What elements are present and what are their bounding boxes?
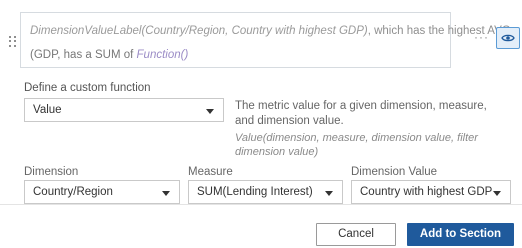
chevron-down-icon — [493, 191, 501, 196]
function-token[interactable]: Function() — [137, 49, 189, 61]
function-signature: Value(dimension, measure, dimension valu… — [235, 132, 478, 158]
cancel-button[interactable]: Cancel — [316, 223, 396, 246]
function-description: The metric value for a given dimension, … — [235, 100, 487, 127]
editor-line-1: DimensionValueLabel(Country/Region, Coun… — [30, 25, 511, 37]
more-options-icon[interactable]: ··· — [474, 30, 489, 44]
chevron-down-icon — [325, 191, 333, 196]
narrative-editor[interactable]: DimensionValueLabel(Country/Region, Coun… — [20, 12, 511, 68]
dimension-label: Dimension — [24, 166, 79, 178]
measure-label: Measure — [188, 166, 233, 178]
dimension-value-label-token[interactable]: DimensionValueLabel(Country/Region, Coun… — [30, 25, 368, 37]
dimension-select[interactable]: Country/Region — [24, 180, 180, 204]
measure-select[interactable]: SUM(Lending Interest) — [188, 180, 343, 204]
footer-divider — [0, 204, 522, 205]
add-to-section-button[interactable]: Add to Section — [407, 223, 514, 246]
function-select[interactable]: Value — [24, 98, 224, 122]
chevron-down-icon — [206, 109, 214, 114]
drag-handle-icon[interactable] — [9, 36, 17, 48]
preview-toggle-button[interactable] — [496, 27, 520, 49]
dimension-select-value: Country/Region — [33, 186, 113, 198]
dimension-value-select[interactable]: Country with highest GDP — [351, 180, 511, 204]
editor-text: , which has the highest AVG — [367, 25, 511, 37]
eye-icon — [501, 34, 515, 42]
custom-function-label: Define a custom function — [24, 82, 151, 94]
function-select-value: Value — [33, 104, 62, 116]
dimension-value-label: Dimension Value — [351, 166, 438, 178]
chevron-down-icon — [162, 191, 170, 196]
editor-line-2: (GDP, has a SUM of Function() — [30, 49, 188, 61]
dimension-value-select-value: Country with highest GDP — [360, 186, 493, 198]
measure-select-value: SUM(Lending Interest) — [197, 186, 313, 198]
editor-text: (GDP, has a SUM of — [30, 49, 137, 61]
